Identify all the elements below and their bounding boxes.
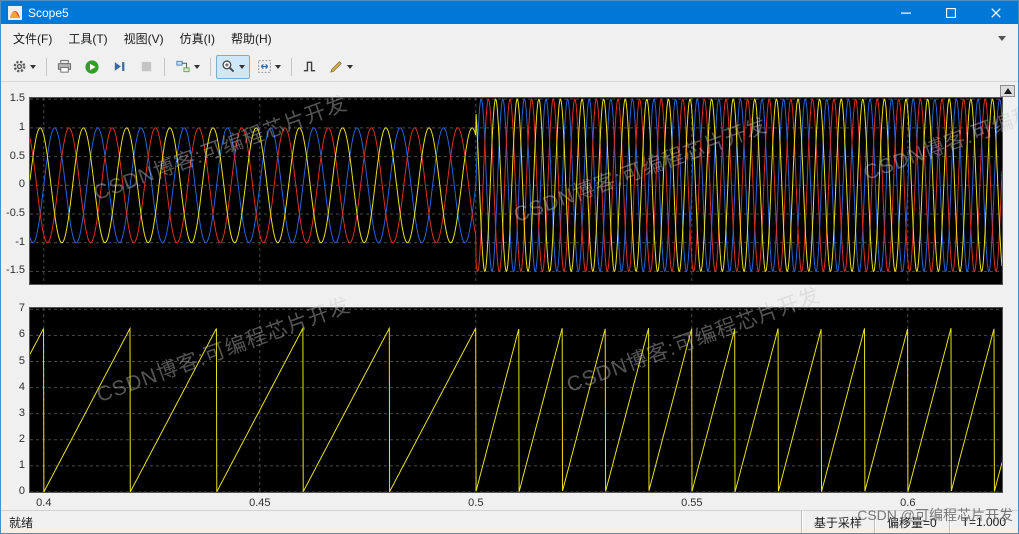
zoom-icon: [221, 59, 236, 74]
step-forward-button[interactable]: [107, 55, 132, 79]
menu-help[interactable]: 帮助(H): [223, 26, 280, 51]
y-tick-label: 5: [19, 355, 25, 367]
y-tick-label: 3: [19, 407, 25, 419]
fit-to-view-icon: [257, 59, 272, 74]
y-tick-label: 0: [19, 178, 25, 190]
status-bar: 就绪 基于采样 偏移量=0 T=1.000: [1, 510, 1018, 533]
menu-simulation[interactable]: 仿真(I): [172, 26, 223, 51]
trigger-button[interactable]: [297, 55, 322, 79]
status-cells: 基于采样 偏移量=0 T=1.000: [801, 511, 1018, 533]
close-icon: [991, 8, 1001, 18]
bottom-plot: 76543210: [3, 307, 1005, 493]
app-icon: [7, 5, 23, 21]
menu-file[interactable]: 文件(F): [5, 26, 60, 51]
measurements-button[interactable]: [324, 55, 358, 79]
signal-selector-icon: [175, 59, 191, 74]
toolbar-separator: [164, 58, 165, 76]
gear-icon: [12, 59, 27, 74]
dropdown-arrow-icon: [347, 65, 353, 69]
dropdown-arrow-icon: [194, 65, 200, 69]
y-tick-label: 4: [19, 381, 25, 393]
status-offset: 偏移量=0: [874, 511, 949, 533]
y-tick-label: 0.5: [10, 150, 25, 162]
y-tick-label: -1.5: [6, 264, 25, 276]
y-axis-labels: 1.510.50-0.5-1-1.5: [3, 97, 28, 285]
run-button[interactable]: [79, 55, 105, 79]
menu-tools[interactable]: 工具(T): [60, 26, 115, 51]
x-axis-labels: 0.4 0.45 0.5 0.55 0.6: [30, 497, 1002, 511]
step-forward-icon: [112, 59, 127, 74]
y-tick-label: -1: [15, 236, 25, 248]
x-tick-label: 0.45: [249, 497, 270, 509]
x-tick-label: 0.6: [900, 497, 915, 509]
dropdown-arrow-icon: [275, 65, 281, 69]
y-tick-label: 0: [19, 485, 25, 497]
toolbar-separator: [46, 58, 47, 76]
menu-view[interactable]: 视图(V): [116, 26, 172, 51]
y-tick-label: 1.5: [10, 92, 25, 104]
status-time: T=1.000: [949, 511, 1018, 533]
top-plot: 1.510.50-0.5-1-1.5: [3, 97, 1005, 285]
zoom-button[interactable]: [216, 55, 250, 79]
y-tick-label: 1: [19, 121, 25, 133]
title-bar[interactable]: Scope5: [1, 1, 1018, 24]
maximize-icon: [946, 8, 956, 18]
triangle-up-icon: [1004, 88, 1012, 94]
window-title: Scope5: [28, 6, 69, 20]
toolbar: [1, 52, 1018, 82]
x-tick-label: 0.5: [468, 497, 483, 509]
window-controls: [883, 1, 1018, 24]
close-button[interactable]: [973, 1, 1018, 24]
y-tick-label: -0.5: [6, 207, 25, 219]
toolbar-separator: [291, 58, 292, 76]
plot-canvas[interactable]: [29, 97, 1003, 285]
minimize-icon: [901, 8, 911, 18]
y-axis-labels: 76543210: [3, 307, 28, 493]
scope-display-area: 1.510.50-0.5-1-1.5 76543210 0.40.450.50.…: [1, 82, 1018, 510]
fit-to-view-button[interactable]: [252, 55, 286, 79]
settings-button[interactable]: [7, 55, 41, 79]
y-tick-label: 7: [19, 302, 25, 314]
plot-canvas[interactable]: [29, 307, 1003, 493]
y-tick-label: 2: [19, 433, 25, 445]
x-tick-label: 0.55: [681, 497, 702, 509]
menu-bar: 文件(F) 工具(T) 视图(V) 仿真(I) 帮助(H): [1, 24, 1018, 52]
y-tick-label: 6: [19, 328, 25, 340]
stop-button[interactable]: [134, 55, 159, 79]
menubar-overflow-chevron-icon[interactable]: [998, 36, 1006, 41]
status-ready-text: 就绪: [1, 511, 33, 533]
stop-icon: [139, 59, 154, 74]
axes-expand-button[interactable]: [1000, 85, 1015, 97]
toolbar-separator: [210, 58, 211, 76]
signal-selector-button[interactable]: [170, 55, 205, 79]
matlab-scope-icon: [8, 6, 22, 20]
y-tick-label: 1: [19, 459, 25, 471]
series-phase-ramp: [30, 328, 1002, 492]
dropdown-arrow-icon: [239, 65, 245, 69]
status-sample-mode: 基于采样: [801, 511, 874, 533]
scope-window: Scope5 文件(F) 工具(T) 视图(V) 仿真(I) 帮助(H): [0, 0, 1019, 534]
x-tick-label: 0.4: [36, 497, 51, 509]
print-button[interactable]: [52, 55, 77, 79]
printer-icon: [57, 59, 72, 74]
trigger-icon: [302, 59, 317, 74]
dropdown-arrow-icon: [30, 65, 36, 69]
run-play-icon: [84, 59, 100, 75]
maximize-button[interactable]: [928, 1, 973, 24]
pencil-icon: [329, 59, 344, 74]
minimize-button[interactable]: [883, 1, 928, 24]
